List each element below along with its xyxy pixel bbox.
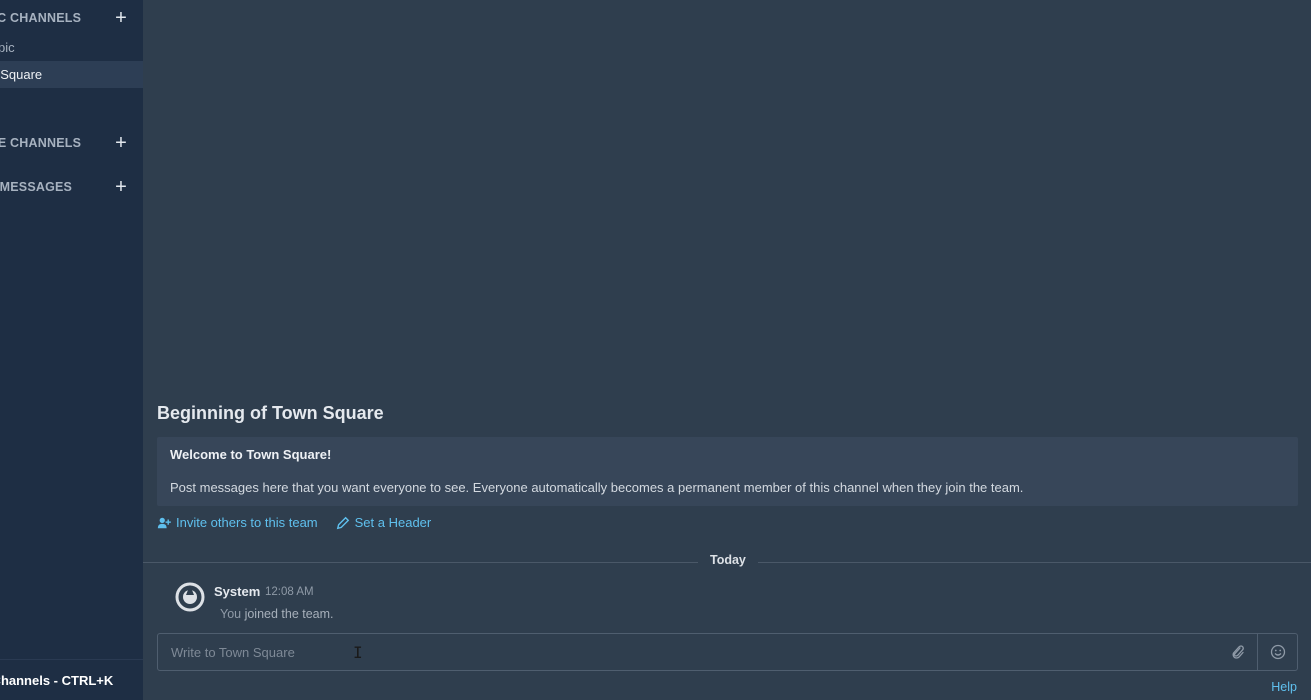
post-message-prefix: You: [220, 607, 242, 621]
direct-messages-header: T MESSAGES +: [0, 177, 143, 197]
channel-intro-box: Welcome to Town Square! Post messages he…: [157, 437, 1298, 506]
paperclip-icon[interactable]: [1230, 644, 1246, 660]
section-label-public: C CHANNELS: [0, 11, 82, 25]
add-public-channel-icon[interactable]: +: [115, 8, 127, 28]
quick-switch-button[interactable]: h Channels - CTRL+K: [0, 659, 143, 700]
add-direct-message-icon[interactable]: +: [115, 177, 127, 197]
main-panel: Beginning of Town Square Welcome to Town…: [143, 0, 1311, 700]
sidebar: C CHANNELS + -Topic wn Square TE CHANNEL…: [0, 0, 143, 700]
channel-intro-title: Beginning of Town Square: [157, 403, 384, 423]
section-label-direct: T MESSAGES: [0, 180, 73, 194]
help-link[interactable]: Help: [1271, 680, 1297, 694]
add-private-channel-icon[interactable]: +: [115, 133, 127, 153]
header-link-label: Set a Header: [354, 515, 432, 530]
set-header-link[interactable]: Set a Header: [336, 515, 432, 530]
invite-others-link[interactable]: Invite others to this team: [157, 515, 318, 530]
welcome-text: Welcome to Town Square!: [170, 447, 332, 462]
post-message: You joined the team.: [220, 607, 334, 621]
channel-label: -Topic: [0, 40, 15, 55]
text-cursor-icon: I: [353, 643, 363, 662]
intro-body-text: Post messages here that you want everyon…: [170, 480, 1024, 495]
add-user-icon: [157, 517, 171, 528]
intro-links: Invite others to this team Set a Header: [157, 515, 431, 530]
message-input[interactable]: [158, 634, 1218, 670]
public-channels-header: C CHANNELS +: [0, 8, 143, 28]
quick-switch-label: h Channels - CTRL+K: [0, 672, 114, 688]
post-username[interactable]: System: [214, 584, 260, 599]
system-post: System 12:08 AM You joined the team.: [173, 580, 773, 624]
sidebar-item-town-square[interactable]: wn Square: [0, 61, 143, 88]
date-separator: Today: [143, 553, 1311, 567]
post-timestamp[interactable]: 12:08 AM: [265, 586, 314, 598]
sidebar-item-off-topic[interactable]: -Topic: [0, 34, 143, 61]
date-separator-label: Today: [698, 553, 758, 567]
invite-link-label: Invite others to this team: [176, 515, 318, 530]
mattermost-logo-icon: [175, 582, 205, 612]
channel-label: wn Square: [0, 67, 43, 82]
section-label-private: TE CHANNELS: [0, 136, 82, 150]
composer-divider: [1257, 634, 1258, 670]
smiley-icon[interactable]: [1270, 644, 1286, 660]
private-channels-header: TE CHANNELS +: [0, 133, 143, 153]
message-composer: I: [157, 633, 1298, 671]
pencil-icon: [336, 516, 349, 529]
post-message-text: joined the team.: [241, 607, 334, 621]
